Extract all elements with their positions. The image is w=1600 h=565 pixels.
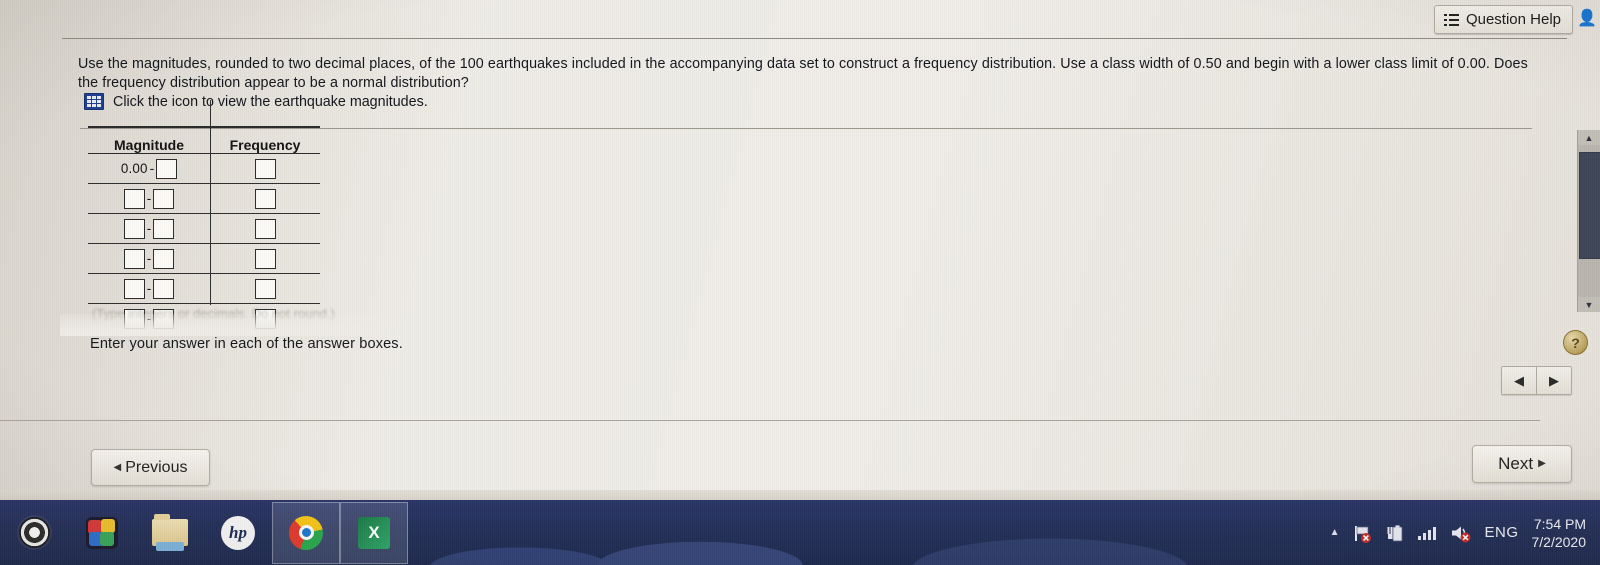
upper-limit-input[interactable] bbox=[156, 158, 178, 179]
upper-limit-input[interactable] bbox=[153, 248, 175, 269]
taskbar-item-microsoft-excel[interactable]: X bbox=[340, 501, 408, 564]
clock-time: 7:54 PM bbox=[1533, 515, 1586, 532]
lower-limit-input[interactable] bbox=[123, 278, 145, 299]
table-row: - bbox=[88, 274, 320, 304]
taskbar-item-file-explorer[interactable] bbox=[136, 502, 204, 564]
frequency-cell bbox=[210, 218, 320, 239]
range-dash: - bbox=[146, 221, 152, 236]
question-nav-pair: ◀ ▶ bbox=[1501, 366, 1572, 395]
table-top-rule bbox=[88, 126, 320, 128]
next-button[interactable]: Next ▶ bbox=[1472, 445, 1572, 483]
next-arrow-icon: ▶ bbox=[1538, 458, 1546, 469]
column-header-magnitude: Magnitude bbox=[114, 137, 184, 153]
taskbar-item-hp-support[interactable]: hp bbox=[204, 502, 272, 564]
table-row: 0.00- bbox=[88, 154, 320, 184]
top-bar: Question Help 👤 bbox=[0, 0, 1600, 39]
windows-taskbar: hp X ▲ ENG 7:54 PM 7/2/2020 bbox=[0, 500, 1600, 565]
clock-date: 7/2/2020 bbox=[1531, 533, 1587, 550]
list-icon bbox=[1443, 13, 1459, 26]
previous-button-label: Previous bbox=[125, 458, 188, 476]
magnitude-cell: 0.00- bbox=[88, 158, 210, 179]
data-set-link-label: Click the icon to view the earthquake ma… bbox=[113, 93, 428, 110]
note-fade-overlay bbox=[60, 314, 480, 336]
person-icon[interactable]: 👤 bbox=[1576, 4, 1598, 32]
range-dash: - bbox=[146, 251, 152, 266]
scroll-down-button[interactable]: ▼ bbox=[1578, 297, 1600, 312]
taskbar-item-google-chrome[interactable] bbox=[272, 501, 340, 564]
frequency-input[interactable] bbox=[254, 188, 276, 209]
range-dash: - bbox=[146, 281, 152, 296]
upper-limit-input[interactable] bbox=[153, 278, 175, 299]
frequency-input[interactable] bbox=[254, 218, 276, 239]
range-dash: - bbox=[146, 191, 152, 206]
scrollbar-thumb[interactable] bbox=[1579, 152, 1600, 259]
data-set-link[interactable]: Click the icon to view the earthquake ma… bbox=[84, 93, 428, 110]
answer-instruction: Enter your answer in each of the answer … bbox=[90, 336, 403, 352]
table-header-row: Magnitude Frequency bbox=[88, 130, 320, 154]
screen-photo: Question Help 👤 Use the magnitudes, roun… bbox=[0, 0, 1600, 565]
taskbar-item-cortana[interactable] bbox=[0, 502, 68, 564]
cortana-icon bbox=[18, 517, 50, 548]
frequency-cell bbox=[210, 188, 320, 209]
nav-next-button[interactable]: ▶ bbox=[1536, 367, 1571, 394]
question-text: Use the magnitudes, rounded to two decim… bbox=[78, 56, 1528, 91]
frequency-input[interactable] bbox=[254, 158, 276, 179]
magnitude-cell: - bbox=[88, 248, 210, 269]
lower-limit-input[interactable] bbox=[123, 248, 145, 269]
taskbar-app-list: hp X bbox=[0, 501, 408, 564]
frequency-cell bbox=[210, 278, 320, 299]
content-divider-bottom bbox=[0, 420, 1540, 421]
battery-plug-icon[interactable] bbox=[1385, 523, 1405, 543]
lower-limit-input[interactable] bbox=[123, 188, 145, 209]
prev-arrow-icon: ◀ bbox=[113, 461, 122, 473]
language-indicator[interactable]: ENG bbox=[1484, 524, 1518, 541]
upper-limit-input[interactable] bbox=[153, 188, 175, 209]
table-row: - bbox=[88, 214, 320, 244]
upper-limit-input[interactable] bbox=[153, 218, 175, 239]
lower-limit-input[interactable] bbox=[123, 218, 145, 239]
magnitude-cell: - bbox=[88, 218, 210, 239]
system-tray: ▲ ENG 7:54 PM 7/2/2020 bbox=[1330, 500, 1590, 565]
top-divider bbox=[62, 38, 1567, 39]
column-header-frequency: Frequency bbox=[229, 137, 301, 153]
nav-prev-button[interactable]: ◀ bbox=[1502, 367, 1536, 394]
taskbar-item-microsoft-store[interactable] bbox=[68, 502, 136, 564]
file-explorer-icon bbox=[152, 514, 188, 551]
range-dash: - bbox=[149, 161, 155, 176]
magnitude-cell: - bbox=[88, 278, 210, 299]
spreadsheet-grid-icon[interactable] bbox=[84, 93, 104, 110]
microsoft-store-icon bbox=[86, 516, 118, 549]
question-help-label: Question Help bbox=[1465, 11, 1561, 28]
show-hidden-icons-button[interactable]: ▲ bbox=[1330, 527, 1340, 538]
question-help-button[interactable]: Question Help bbox=[1433, 5, 1573, 34]
frequency-distribution-table: Magnitude Frequency 0.00- - - - - bbox=[88, 100, 320, 334]
hp-logo-icon: hp bbox=[221, 515, 255, 550]
signal-bars-icon[interactable] bbox=[1418, 525, 1437, 540]
speaker-mute-icon[interactable] bbox=[1449, 523, 1471, 543]
clock[interactable]: 7:54 PM 7/2/2020 bbox=[1532, 515, 1591, 551]
frequency-input[interactable] bbox=[254, 278, 276, 299]
table-row: - bbox=[88, 244, 320, 274]
excel-icon: X bbox=[358, 516, 390, 549]
frequency-cell bbox=[210, 248, 320, 269]
chrome-icon bbox=[289, 515, 323, 550]
table-row: - bbox=[88, 184, 320, 214]
frequency-input[interactable] bbox=[254, 248, 276, 269]
magnitude-cell: - bbox=[88, 188, 210, 209]
flag-alert-icon[interactable] bbox=[1352, 523, 1372, 543]
frequency-cell bbox=[210, 158, 320, 179]
next-button-label: Next bbox=[1498, 454, 1534, 473]
lower-limit-label: 0.00 bbox=[120, 161, 148, 176]
scroll-up-button[interactable]: ▲ bbox=[1578, 130, 1600, 145]
previous-button[interactable]: ◀ Previous bbox=[91, 449, 210, 486]
help-badge-icon[interactable]: ? bbox=[1563, 330, 1588, 355]
vertical-scrollbar[interactable]: ▲ ▼ bbox=[1577, 130, 1600, 312]
